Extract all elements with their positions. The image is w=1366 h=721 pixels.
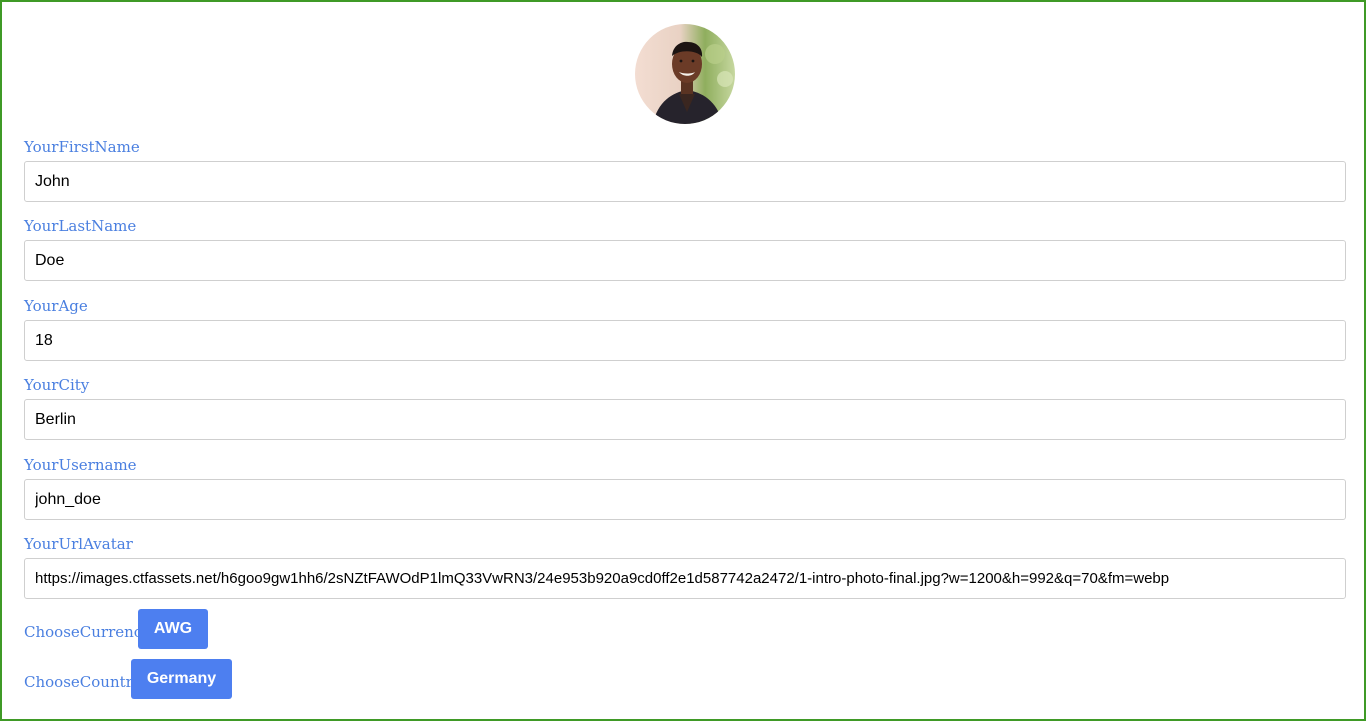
age-label: YourAge [24,297,88,315]
url-avatar-input[interactable] [24,558,1346,599]
city-input[interactable] [24,399,1346,440]
age-input[interactable] [24,320,1346,361]
country-label: ChooseCountry [24,673,142,691]
country-select-button[interactable]: Germany [131,659,232,699]
currency-select-button[interactable]: AWG [138,609,208,649]
last-name-label: YourLastName [24,217,137,235]
first-name-label: YourFirstName [24,138,140,156]
username-label: YourUsername [24,456,137,474]
city-label: YourCity [24,376,90,394]
form-container: YourFirstName YourLastName YourAge YourC… [0,0,1366,721]
currency-label: ChooseCurrency [24,623,151,641]
first-name-input[interactable] [24,161,1346,202]
avatar-image [635,24,735,124]
last-name-input[interactable] [24,240,1346,281]
username-input[interactable] [24,479,1346,520]
url-avatar-label: YourUrlAvatar [24,535,133,553]
avatar [635,24,735,124]
